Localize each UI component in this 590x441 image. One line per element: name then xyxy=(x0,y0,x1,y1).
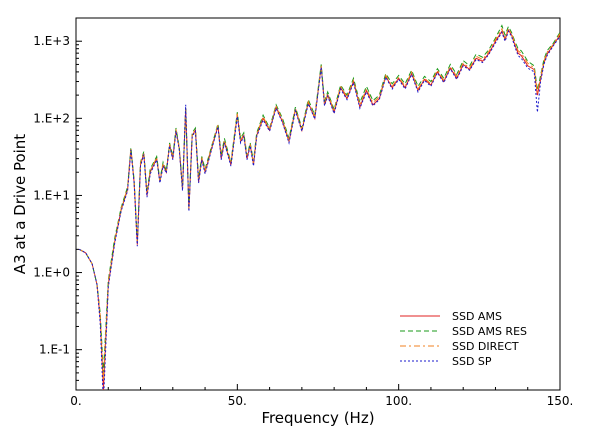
y-tick-label: 1.E+2 xyxy=(33,111,70,125)
x-tick-label: 50. xyxy=(228,394,247,408)
chart-canvas: 0. 50. 100. 150. 1.E-1 1.E+0 1.E+1 1.E+2 1.E+3 S… xyxy=(11,17,574,427)
x-axis-title: Frequency (Hz) xyxy=(261,409,374,427)
legend-label: SSD AMS RES xyxy=(452,325,527,338)
x-tick-label: 150. xyxy=(547,394,574,408)
x-tick-label: 100. xyxy=(385,394,412,408)
legend-label: SSD SP xyxy=(452,355,492,368)
legend-label: SSD DIRECT xyxy=(452,340,519,353)
y-tick-label: 1.E+3 xyxy=(33,34,70,48)
y-tick-label: 1.E+0 xyxy=(33,266,70,280)
y-axis-title: A3 at a Drive Point xyxy=(11,134,29,274)
legend-label: SSD AMS xyxy=(452,310,502,323)
legend: SSD AMS SSD AMS RES SSD DIRECT SSD SP xyxy=(400,310,527,368)
y-tick-label: 1.E-1 xyxy=(39,343,70,357)
x-tick-label: 0. xyxy=(70,394,81,408)
y-tick-label: 1.E+1 xyxy=(33,188,70,202)
